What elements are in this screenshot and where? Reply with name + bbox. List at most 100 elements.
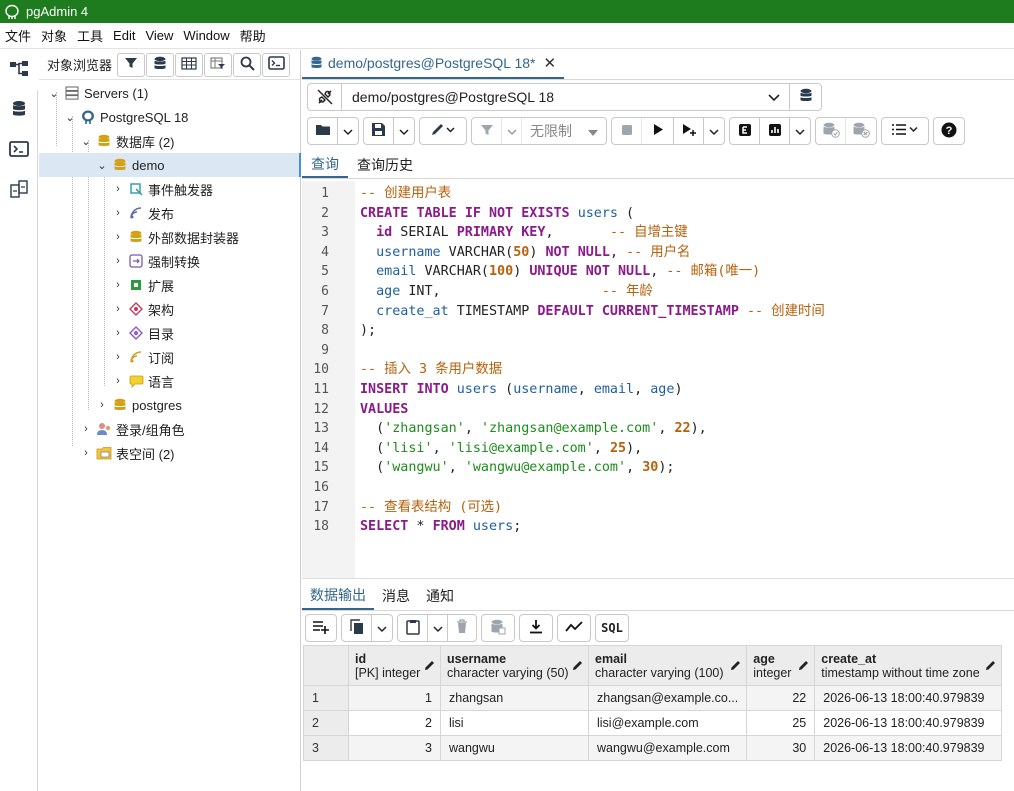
tree-node-login-group-roles[interactable]: › 登录/组角色 [79, 417, 185, 441]
tab-query-history[interactable]: 查询历史 [348, 151, 422, 178]
tab-query[interactable]: 查询 [302, 151, 348, 178]
sql-button[interactable]: SQL [596, 615, 628, 641]
tab-notifications[interactable]: 通知 [418, 581, 462, 610]
cell-id[interactable]: 2 [348, 710, 441, 736]
macros-button[interactable] [882, 118, 928, 144]
chevron-right-icon[interactable]: › [111, 279, 125, 291]
execute-button[interactable] [642, 118, 674, 144]
new-connection-button[interactable] [789, 84, 821, 110]
row-number[interactable]: 3 [303, 735, 349, 761]
tree-node-tablespaces[interactable]: › 表空间 (2) [79, 441, 174, 465]
cell-create-at[interactable]: 2026-06-13 18:00:40.979839 [814, 710, 1003, 736]
tree-node-foreign-data-wrappers[interactable]: › 外部数据封装器 [111, 225, 239, 249]
save-menu[interactable] [394, 118, 414, 144]
chevron-right-icon[interactable]: › [79, 447, 93, 459]
menu-tools[interactable]: 工具 [72, 26, 108, 45]
chevron-right-icon[interactable]: › [111, 327, 125, 339]
psql-rail-button[interactable] [0, 130, 38, 170]
chevron-down-icon[interactable]: ⌄ [47, 87, 61, 100]
tree-node-publications[interactable]: › 发布 [111, 201, 174, 225]
help-button[interactable]: ? [934, 118, 964, 144]
search-objects-button[interactable] [233, 52, 262, 77]
cell-email[interactable]: lisi@example.com [587, 710, 748, 736]
explain-button[interactable] [730, 118, 760, 144]
open-file-menu[interactable] [338, 118, 358, 144]
chevron-right-icon[interactable]: › [79, 423, 93, 435]
tree-node-event-triggers[interactable]: › 事件触发器 [111, 177, 213, 201]
explain-analyze-button[interactable] [760, 118, 790, 144]
chevron-right-icon[interactable]: › [111, 207, 125, 219]
delete-row-button[interactable] [448, 615, 476, 641]
tab-messages[interactable]: 消息 [374, 581, 418, 610]
cell-create-at[interactable]: 2026-06-13 18:00:40.979839 [814, 685, 1003, 711]
sql-editor[interactable]: 1 2 3 4 5 6 7 8 9 10 11 12 13 14 15 16 1… [302, 181, 1014, 579]
chevron-down-icon[interactable]: ⌄ [63, 111, 77, 124]
menu-help[interactable]: 帮助 [235, 26, 271, 45]
download-button[interactable] [520, 615, 552, 641]
menu-file[interactable]: 文件 [0, 26, 36, 45]
column-header-email[interactable]: email character varying (100) [587, 645, 748, 686]
commit-button[interactable] [816, 118, 846, 144]
object-explorer-rail-button[interactable] [0, 50, 38, 90]
tree-node-databases[interactable]: ⌄ 数据库 (2) [79, 129, 174, 153]
cell-username[interactable]: wangwu [440, 735, 589, 761]
tab-data-output[interactable]: 数据输出 [302, 581, 374, 610]
menu-window[interactable]: Window [178, 28, 234, 43]
explain-menu[interactable] [790, 118, 810, 144]
column-header-create-at[interactable]: create_at timestamp without time zone [814, 645, 1003, 686]
connection-selector[interactable]: demo/postgres@PostgreSQL 18 [307, 83, 822, 111]
row-limit-select[interactable]: 无限制 [522, 118, 606, 144]
cell-username[interactable]: lisi [440, 710, 589, 736]
tree-node-servers[interactable]: ⌄ Servers (1) [47, 81, 148, 105]
graph-visualiser-button[interactable] [558, 615, 590, 641]
paste-button[interactable] [398, 615, 428, 641]
copy-menu[interactable] [372, 615, 392, 641]
cell-create-at[interactable]: 2026-06-13 18:00:40.979839 [814, 735, 1003, 761]
cell-id[interactable]: 1 [348, 685, 441, 711]
tree-node-extensions[interactable]: › 扩展 [111, 273, 174, 297]
chevron-right-icon[interactable]: › [111, 351, 125, 363]
chevron-right-icon[interactable]: › [111, 303, 125, 315]
filtered-rows-button[interactable] [204, 52, 233, 77]
cell-age[interactable]: 30 [746, 735, 816, 761]
view-data-button[interactable] [175, 52, 204, 77]
menu-edit[interactable]: Edit [108, 28, 140, 43]
menu-object[interactable]: 对象 [36, 26, 72, 45]
filter-rows-button[interactable] [472, 118, 502, 144]
compare-rail-button[interactable] [0, 170, 38, 210]
column-header-username[interactable]: username character varying (50) [440, 645, 589, 686]
tree-node-languages[interactable]: › 语言 [111, 369, 174, 393]
edit-menu-button[interactable] [420, 118, 466, 144]
tree-node-demo[interactable]: ⌄ demo [95, 153, 164, 177]
tree-node-postgresql-18[interactable]: ⌄ PostgreSQL 18 [63, 105, 188, 129]
query-tool-tab[interactable]: demo/postgres@PostgreSQL 18* ✕ [302, 49, 565, 79]
copy-button[interactable] [342, 615, 372, 641]
execute-script-button[interactable] [674, 118, 704, 144]
stop-button[interactable] [612, 118, 642, 144]
chevron-right-icon[interactable]: › [111, 255, 125, 267]
chevron-right-icon[interactable]: › [111, 375, 125, 387]
menu-view[interactable]: View [140, 28, 178, 43]
column-header-id[interactable]: id [PK] integer [348, 645, 441, 686]
save-data-button[interactable] [482, 615, 514, 641]
tree-node-casts[interactable]: › 强制转换 [111, 249, 200, 273]
chevron-down-icon[interactable] [759, 90, 789, 105]
close-tab-icon[interactable]: ✕ [543, 54, 556, 72]
tree-node-subscriptions[interactable]: › 订阅 [111, 345, 174, 369]
chevron-down-icon[interactable]: ⌄ [95, 159, 109, 172]
paste-menu[interactable] [428, 615, 448, 641]
psql-tool-button[interactable] [262, 52, 291, 77]
execute-menu[interactable] [704, 118, 724, 144]
cell-age[interactable]: 25 [746, 710, 816, 736]
database-rail-button[interactable] [0, 90, 38, 130]
tree-node-schemas[interactable]: › 架构 [111, 297, 174, 321]
cell-username[interactable]: zhangsan [440, 685, 589, 711]
chevron-right-icon[interactable]: › [111, 183, 125, 195]
cell-id[interactable]: 3 [348, 735, 441, 761]
row-number[interactable]: 2 [303, 710, 349, 736]
add-row-button[interactable] [306, 615, 336, 641]
connection-status-icon[interactable] [308, 84, 342, 110]
column-header-age[interactable]: age integer [746, 645, 816, 686]
cell-email[interactable]: wangwu@example.com [587, 735, 748, 761]
cell-email[interactable]: zhangsan@example.co... [587, 685, 748, 711]
